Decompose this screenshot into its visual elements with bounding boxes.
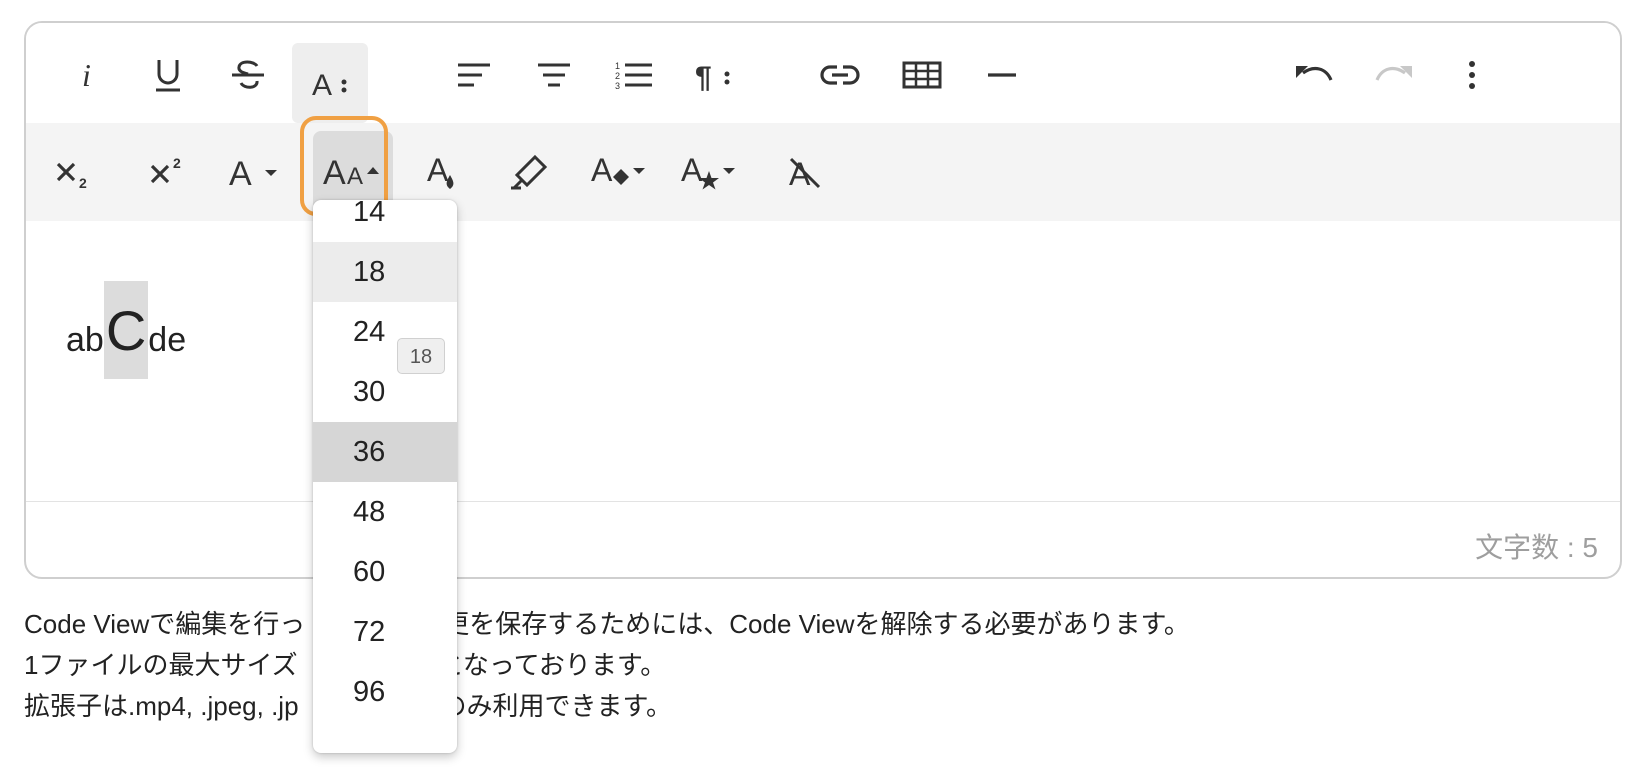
font-family-button[interactable]: A bbox=[216, 133, 294, 211]
strikethrough-button[interactable] bbox=[210, 45, 286, 105]
link-icon bbox=[820, 65, 860, 85]
content-paragraph[interactable]: ab Cde bbox=[66, 269, 186, 379]
svg-text:A: A bbox=[312, 69, 332, 101]
content-text-after: de bbox=[148, 321, 187, 359]
font-size-dropdown: 14 18 24 30 36 48 60 72 96 bbox=[313, 200, 457, 753]
rich-text-editor: i A 123 ¶ 2 2 A A A A A A A ab C de 文字数 … bbox=[24, 21, 1622, 579]
note-line-2: 1ファイルの最大サイズ となっております。 bbox=[24, 650, 667, 680]
svg-text:i: i bbox=[82, 58, 91, 92]
redo-icon bbox=[1375, 66, 1412, 81]
horizontal-rule-button[interactable] bbox=[964, 45, 1040, 105]
paragraph-more-button[interactable]: ¶ bbox=[676, 45, 752, 105]
svg-text:A: A bbox=[347, 163, 363, 190]
font-size-option[interactable]: 72 bbox=[313, 602, 457, 662]
svg-text:¶: ¶ bbox=[695, 61, 712, 91]
strikethrough-icon bbox=[232, 60, 264, 89]
undo-icon bbox=[1296, 66, 1333, 81]
clear-formatting-button[interactable]: A bbox=[766, 133, 844, 211]
font-size-option[interactable]: 36 bbox=[313, 422, 457, 482]
align-left-button[interactable] bbox=[436, 45, 512, 105]
text-style-more-icon: A bbox=[312, 69, 347, 101]
align-center-button[interactable] bbox=[516, 45, 592, 105]
help-notes: Code Viewで編集を行っ 更を保存するためには、Code Viewを解除する… bbox=[24, 604, 1190, 727]
svg-text:A: A bbox=[427, 152, 449, 188]
underline-button[interactable] bbox=[130, 45, 206, 105]
align-center-icon bbox=[538, 63, 570, 87]
horizontal-rule-icon bbox=[988, 73, 1016, 77]
font-size-button[interactable]: AA bbox=[313, 131, 393, 211]
highlighter-icon bbox=[511, 154, 548, 190]
font-size-option[interactable]: 96 bbox=[313, 662, 457, 722]
svg-text:A: A bbox=[229, 155, 252, 191]
more-vertical-icon bbox=[1469, 61, 1475, 89]
italic-button[interactable]: i bbox=[50, 45, 126, 105]
inline-style-icon: A bbox=[681, 152, 735, 190]
toolbar-row-primary: i A 123 ¶ bbox=[26, 23, 1620, 123]
svg-text:1: 1 bbox=[615, 61, 620, 71]
clear-formatting-icon: A bbox=[789, 156, 821, 191]
chevron-up-icon bbox=[367, 167, 379, 174]
font-size-option[interactable]: 18 bbox=[313, 242, 457, 302]
editor-statusbar: 文字数 : 5 bbox=[26, 501, 1620, 577]
character-count: 文字数 : 5 bbox=[1475, 532, 1598, 563]
toolbar-row-text-style: 2 2 A AA A A A A bbox=[26, 123, 1620, 221]
redo-button[interactable] bbox=[1356, 45, 1432, 105]
svg-text:3: 3 bbox=[615, 81, 620, 90]
svg-text:2: 2 bbox=[615, 71, 620, 81]
superscript-icon: 2 bbox=[150, 155, 181, 184]
text-color-icon: A bbox=[427, 152, 454, 189]
svg-text:A: A bbox=[591, 152, 613, 188]
chevron-down-icon bbox=[265, 170, 277, 176]
font-size-option[interactable]: 14 bbox=[313, 200, 457, 242]
editor-content[interactable]: ab Cde bbox=[26, 221, 1620, 503]
font-size-option[interactable]: 60 bbox=[313, 542, 457, 602]
font-family-icon: A bbox=[229, 155, 277, 191]
ordered-list-button[interactable]: 123 bbox=[596, 45, 672, 105]
inline-class-icon: A bbox=[591, 152, 645, 188]
link-button[interactable] bbox=[802, 45, 878, 105]
superscript-button[interactable]: 2 bbox=[130, 133, 208, 211]
note-line-1: Code Viewで編集を行っ 更を保存するためには、Code Viewを解除する… bbox=[24, 609, 1190, 639]
undo-button[interactable] bbox=[1276, 45, 1352, 105]
font-size-icon: AA bbox=[323, 154, 379, 190]
font-size-tooltip: 18 bbox=[397, 338, 445, 374]
underline-icon bbox=[156, 60, 180, 92]
italic-icon: i bbox=[82, 58, 91, 92]
subscript-icon: 2 bbox=[56, 162, 87, 190]
inline-class-button[interactable]: A bbox=[582, 133, 660, 211]
table-icon bbox=[902, 61, 942, 89]
background-color-button[interactable] bbox=[490, 133, 568, 211]
svg-text:2: 2 bbox=[79, 175, 87, 190]
inline-style-button[interactable]: A bbox=[672, 133, 750, 211]
subscript-button[interactable]: 2 bbox=[36, 133, 114, 211]
ordered-list-icon: 123 bbox=[615, 61, 652, 90]
svg-text:2: 2 bbox=[173, 155, 181, 171]
svg-text:A: A bbox=[681, 152, 703, 188]
more-options-button[interactable] bbox=[1434, 45, 1510, 105]
align-left-icon bbox=[458, 63, 490, 87]
font-size-option[interactable]: 48 bbox=[313, 482, 457, 542]
text-style-more-button[interactable]: A bbox=[292, 43, 368, 123]
table-button[interactable] bbox=[884, 45, 960, 105]
paragraph-more-icon: ¶ bbox=[695, 61, 730, 91]
svg-text:A: A bbox=[323, 154, 346, 190]
note-line-3: 拡張子は.mp4, .jpeg, .jp のみ利用できます。 bbox=[24, 691, 672, 721]
content-text-before: ab bbox=[66, 321, 104, 359]
selected-text[interactable]: C bbox=[103, 281, 149, 379]
